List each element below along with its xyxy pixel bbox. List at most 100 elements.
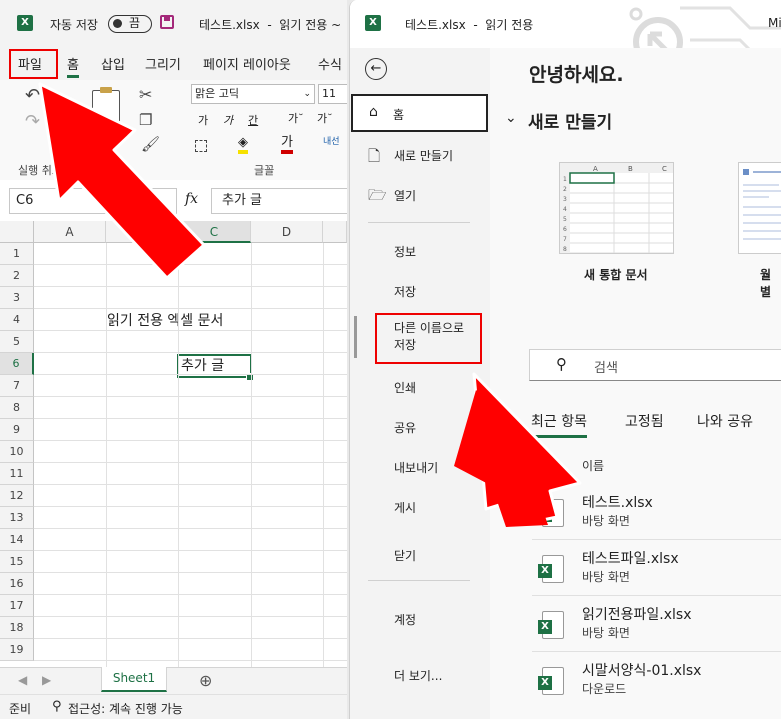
sidebar-item-save[interactable]: 저장 <box>394 283 416 300</box>
wrap-text-button[interactable]: 내선 <box>323 137 343 147</box>
file-tab-highlight <box>9 49 58 79</box>
font-size-select[interactable]: 11 <box>318 84 347 104</box>
spreadsheet-grid[interactable]: A B C D 읽기 전용 엑셀 문서 추가 글 1 2 3 4 5 6 7 8 9 10 11 12… <box>0 221 347 667</box>
recent-file-row[interactable]: X 테스트.xlsx 바탕 화면 <box>490 483 781 539</box>
status-accessibility[interactable]: 접근성: 계속 진행 가능 <box>68 700 183 717</box>
fx-icon[interactable]: fx <box>185 191 198 207</box>
sheet-tab[interactable]: Sheet1 <box>101 667 167 692</box>
file-location: 바탕 화면 <box>582 626 630 640</box>
recent-file-row[interactable]: X 시말서양식-01.xlsx 다운로드 <box>490 651 781 707</box>
paste-icon[interactable] <box>92 87 120 126</box>
row-header[interactable]: 18 <box>0 617 34 639</box>
tab-insert[interactable]: 삽입 <box>101 54 125 73</box>
column-header[interactable]: C <box>178 221 251 243</box>
add-sheet-icon[interactable]: ⊕ <box>199 671 212 690</box>
row-header[interactable]: 16 <box>0 573 34 595</box>
shrink-font-button[interactable]: 가˘ <box>317 110 333 126</box>
column-header[interactable]: D <box>251 221 323 243</box>
row-header[interactable]: 15 <box>0 551 34 573</box>
back-arrow-icon[interactable]: ← <box>365 58 387 80</box>
row-header[interactable]: 13 <box>0 507 34 529</box>
recent-file-row[interactable]: X 테스트파일.xlsx 바탕 화면 <box>490 539 781 595</box>
name-box[interactable]: C6 <box>9 188 177 214</box>
account-name-fragment: Mi <box>768 16 781 30</box>
window-title: 테스트.xlsx - 읽기 전용 <box>405 18 534 32</box>
sidebar-item-more[interactable]: 더 보기... <box>394 667 442 684</box>
tab-shared[interactable]: 나와 공유 <box>697 411 753 431</box>
chevron-down-icon[interactable]: ⌄ <box>48 88 56 98</box>
sidebar-item-account[interactable]: 계정 <box>394 611 416 628</box>
tab-formulas[interactable]: 수식 <box>318 54 342 73</box>
sidebar-item-home[interactable]: ⌂ 홈 <box>351 94 488 132</box>
file-location: 바탕 화면 <box>582 514 630 528</box>
tab-home[interactable]: 홈 <box>67 54 79 78</box>
row-header[interactable]: 6 <box>0 353 34 375</box>
row-header[interactable]: 4 <box>0 309 34 331</box>
cut-icon[interactable]: ✂ <box>139 85 152 104</box>
row-header[interactable]: 17 <box>0 595 34 617</box>
grid-line <box>34 264 347 265</box>
sidebar-item-close[interactable]: 닫기 <box>394 547 416 564</box>
column-header[interactable]: B <box>106 221 178 243</box>
save-icon[interactable] <box>160 15 174 29</box>
sidebar-item-info[interactable]: 정보 <box>394 243 416 260</box>
copy-icon[interactable]: ❐ <box>139 111 152 129</box>
row-header[interactable]: 5 <box>0 331 34 353</box>
row-header[interactable]: 8 <box>0 397 34 419</box>
recent-file-row[interactable]: X 읽기전용파일.xlsx 바탕 화면 <box>490 595 781 651</box>
grid-line <box>34 440 347 441</box>
sidebar-item-publish[interactable]: 게시 <box>394 499 416 516</box>
formula-input[interactable]: 추가 글 <box>211 188 347 214</box>
sidebar-divider <box>368 222 470 223</box>
grow-font-button[interactable]: 가˘ <box>288 110 304 126</box>
tab-page-layout[interactable]: 페이지 레이아웃 <box>203 54 291 73</box>
sidebar-item-save-as[interactable]: 다른 이름으로 저장 <box>394 320 464 354</box>
blank-workbook-thumbnail-icon: A B C 1 2 3 4 5 6 7 8 <box>560 163 673 253</box>
fill-color-icon[interactable]: ◈ <box>238 136 248 154</box>
accessibility-icon[interactable]: ⚲ <box>52 699 62 714</box>
monthly-template-thumbnail-icon <box>743 169 781 240</box>
column-header[interactable]: A <box>34 221 106 243</box>
sidebar-item-export[interactable]: 내보내기 <box>394 459 438 476</box>
italic-button[interactable]: 가 <box>223 112 233 128</box>
format-painter-icon[interactable]: 🖌 <box>141 135 160 153</box>
font-name-select[interactable]: 맑은 고딕 ⌄ <box>191 84 315 104</box>
sidebar-item-print[interactable]: 인쇄 <box>394 379 416 396</box>
underline-button[interactable]: 간 <box>248 112 258 128</box>
excel-window: X 자동 저장 끔 테스트.xlsx - 읽기 전용 ~ 파일 홈 삽입 그리기… <box>0 0 347 719</box>
autosave-label: 자동 저장 <box>50 18 98 32</box>
tab-draw[interactable]: 그리기 <box>145 54 181 73</box>
select-all-corner[interactable] <box>0 221 34 243</box>
tab-pinned[interactable]: 고정됨 <box>625 411 664 431</box>
cell-b4[interactable]: 읽기 전용 엑셀 문서 <box>107 310 223 330</box>
grid-line <box>34 330 347 331</box>
sidebar-item-new[interactable]: 새로 만들기 <box>394 147 453 164</box>
status-ready: 준비 <box>9 702 32 716</box>
file-header-icon: 🗋 <box>548 456 560 472</box>
row-header[interactable]: 19 <box>0 639 34 661</box>
tab-recent[interactable]: 최근 항목 <box>531 411 587 438</box>
row-header[interactable]: 9 <box>0 419 34 441</box>
sidebar-item-open[interactable]: 열기 <box>394 187 416 204</box>
row-header[interactable]: 11 <box>0 463 34 485</box>
row-header[interactable]: 12 <box>0 485 34 507</box>
sidebar-item-share[interactable]: 공유 <box>394 419 416 436</box>
search-input[interactable]: ⚲ 검색 <box>529 349 781 381</box>
row-header[interactable]: 10 <box>0 441 34 463</box>
prev-sheet-icon[interactable]: ◀ <box>18 673 27 687</box>
column-header[interactable] <box>323 221 347 243</box>
row-header[interactable]: 1 <box>0 243 34 265</box>
row-header[interactable]: 14 <box>0 529 34 551</box>
template-monthly[interactable] <box>738 162 781 254</box>
autosave-toggle[interactable]: 끔 <box>108 15 152 33</box>
chevron-down-icon[interactable]: ⌄ <box>505 110 517 126</box>
font-color-icon[interactable]: 가 <box>281 136 293 154</box>
template-blank-workbook[interactable]: A B C 1 2 3 4 5 6 7 8 <box>559 162 674 254</box>
row-header[interactable]: 3 <box>0 287 34 309</box>
undo-icon[interactable]: ↶ <box>25 85 40 106</box>
row-header[interactable]: 7 <box>0 375 34 397</box>
border-icon[interactable] <box>195 140 207 152</box>
next-sheet-icon[interactable]: ▶ <box>42 673 51 687</box>
bold-button[interactable]: 가 <box>198 112 208 128</box>
row-header[interactable]: 2 <box>0 265 34 287</box>
